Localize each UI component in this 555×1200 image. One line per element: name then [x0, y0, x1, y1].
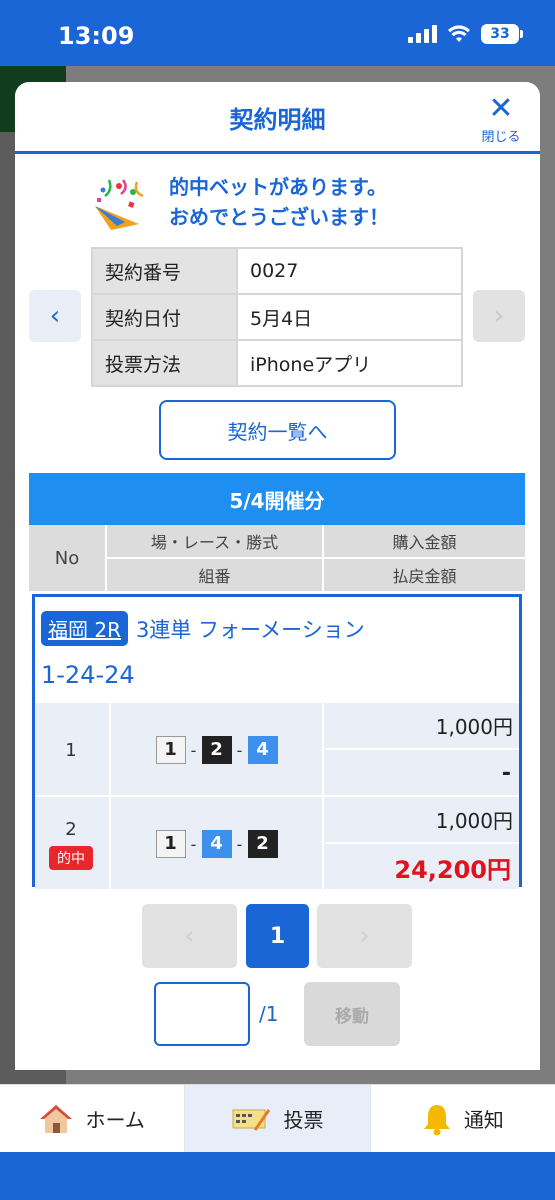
contract-detail-modal: 契約明細 ✕ 閉じる 的中ベットがあります。 おめでとうございます！ ‹ › 契…: [15, 82, 540, 1070]
party-popper-icon: [95, 179, 144, 230]
header-payout: 払戻金額: [392, 567, 457, 586]
row-no-cell: 2 的中: [35, 797, 107, 891]
bet-type: 3連単 フォーメーション: [135, 617, 365, 642]
session-header: 5/4開催分: [29, 473, 525, 525]
tab-home-label: ホーム: [85, 1108, 145, 1132]
tab-vote-label: 投票: [283, 1108, 324, 1132]
boat-number: 2: [247, 830, 278, 858]
info-value: iPhoneアプリ: [236, 339, 463, 387]
battery-icon: 33: [481, 24, 523, 44]
header-buy-amount: 購入金額: [392, 533, 457, 552]
chevron-left-icon: ‹: [184, 921, 195, 951]
info-row: 契約日付 5月4日: [91, 293, 463, 341]
table-row: 1 1 - 2 - 4 1,000円 -: [35, 701, 519, 797]
page-jump: /1 移動: [15, 982, 540, 1048]
combination-cell: 1 - 4 - 2: [109, 797, 324, 891]
info-value: 5月4日: [236, 293, 463, 341]
header-combination: 組番: [198, 567, 231, 586]
wifi-icon: [448, 25, 470, 42]
page-next-button[interactable]: ›: [317, 904, 412, 968]
info-key: 契約日付: [91, 293, 238, 341]
home-indicator-area: [0, 1152, 555, 1200]
boat-number: 2: [201, 736, 232, 764]
status-bar: 13:09 33: [0, 0, 555, 66]
chevron-right-icon: ›: [359, 921, 370, 951]
payout-amount: 24,200円: [394, 856, 511, 884]
status-icons: 33: [408, 24, 523, 44]
amount-cell: 1,000円 -: [326, 703, 519, 797]
congrats-line-2: おめでとうございます！: [169, 205, 389, 229]
header-race: 場・レース・勝式: [150, 533, 279, 552]
page-current-button[interactable]: 1: [246, 904, 309, 968]
tab-vote[interactable]: 投票: [185, 1085, 371, 1152]
info-key: 契約番号: [91, 247, 238, 295]
boat-number: 1: [155, 830, 186, 858]
bell-icon: [423, 1104, 450, 1135]
boat-number: 4: [201, 830, 232, 858]
status-time: 13:09: [58, 22, 135, 50]
tab-notify-label: 通知: [463, 1108, 504, 1132]
info-key: 投票方法: [91, 339, 238, 387]
page-total: /1: [259, 1002, 279, 1026]
venue-race-link[interactable]: 福岡 2R: [41, 611, 128, 646]
row-no: 1: [65, 739, 77, 761]
race-line: 福岡 2R 3連単 フォーメーション: [41, 611, 365, 646]
contract-info-table: 契約番号 0027 契約日付 5月4日 投票方法 iPhoneアプリ: [91, 247, 463, 387]
home-icon: [40, 1104, 73, 1133]
chevron-right-icon: ›: [493, 301, 505, 331]
ticket-icon: [232, 1108, 271, 1131]
bottom-tab-bar: ホーム 投票 通知: [0, 1084, 555, 1152]
formation-text: 1-24-24: [41, 661, 135, 689]
row-no: 2: [65, 818, 77, 840]
hit-badge: 的中: [49, 845, 93, 870]
buy-amount: 1,000円: [326, 703, 519, 750]
modal-header: 契約明細 ✕ 閉じる: [15, 82, 540, 154]
next-contract-button[interactable]: ›: [473, 290, 525, 342]
boat-number: 1: [155, 736, 186, 764]
close-label: 閉じる: [481, 130, 521, 145]
boat-number: 4: [247, 736, 278, 764]
header-no: No: [54, 547, 80, 569]
signal-icon: [408, 25, 437, 43]
info-row: 投票方法 iPhoneアプリ: [91, 339, 463, 387]
tab-home[interactable]: ホーム: [0, 1085, 186, 1152]
page-prev-button[interactable]: ‹: [142, 904, 237, 968]
congrats-text: 的中ベットがあります。 おめでとうございます！: [169, 172, 389, 232]
info-row: 契約番号 0027: [91, 247, 463, 295]
modal-title: 契約明細: [229, 106, 326, 134]
pagination: ‹ 1 ›: [15, 904, 540, 968]
bet-rows: 1 1 - 2 - 4 1,000円 - 2 的中 1 - 4 - 2 1,00…: [35, 701, 519, 891]
bet-card: 福岡 2R 3連単 フォーメーション 1-24-24 1 1 - 2 - 4 1…: [32, 594, 522, 891]
page-move-button[interactable]: 移動: [304, 982, 400, 1046]
bet-table-header: No 場・レース・勝式 購入金額 組番 払戻金額: [29, 525, 525, 591]
prev-contract-button[interactable]: ‹: [29, 290, 81, 342]
contract-list-button[interactable]: 契約一覧へ: [159, 400, 396, 460]
close-button[interactable]: ✕ 閉じる: [476, 91, 526, 146]
table-row: 2 的中 1 - 4 - 2 1,000円 24,200円: [35, 795, 519, 891]
amount-cell: 1,000円 24,200円: [326, 797, 519, 891]
combination-cell: 1 - 2 - 4: [109, 703, 324, 797]
close-icon: ✕: [488, 91, 514, 126]
row-no-cell: 1: [35, 703, 107, 797]
page-number-input[interactable]: [154, 982, 250, 1046]
tab-notify[interactable]: 通知: [371, 1085, 555, 1152]
payout-amount: -: [501, 761, 511, 786]
congrats-line-1: 的中ベットがあります。: [169, 175, 387, 199]
congrats-message: 的中ベットがあります。 おめでとうございます！: [89, 172, 489, 232]
chevron-left-icon: ‹: [49, 301, 61, 331]
info-value: 0027: [236, 247, 463, 295]
buy-amount: 1,000円: [326, 797, 519, 844]
